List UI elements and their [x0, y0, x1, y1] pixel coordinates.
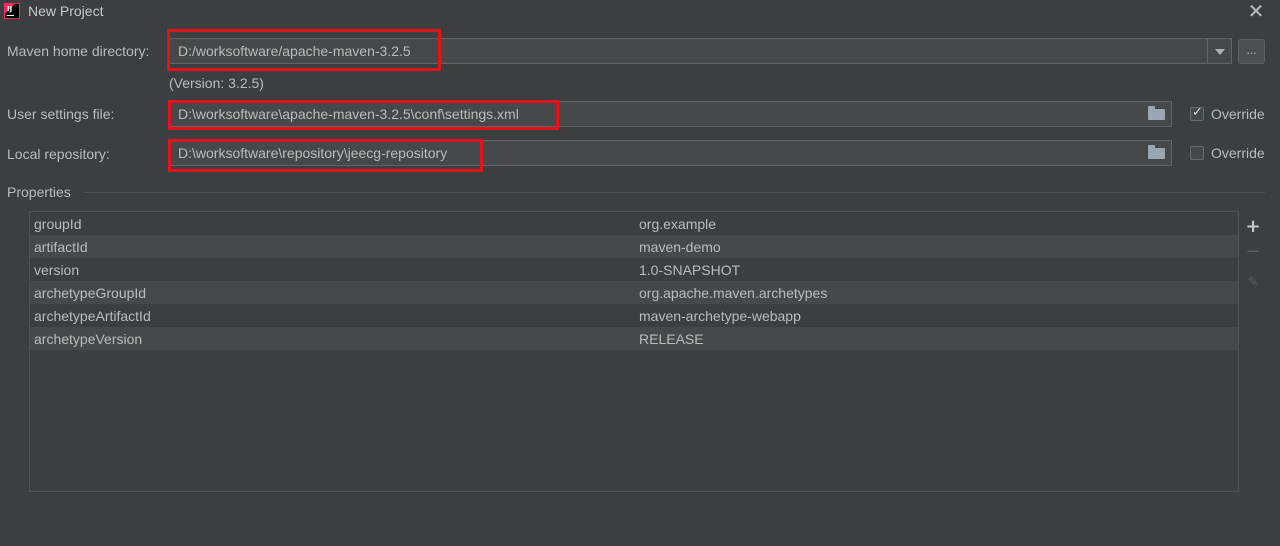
- user-settings-field[interactable]: D:\worksoftware\apache-maven-3.2.5\conf\…: [169, 101, 1172, 127]
- properties-toolbar: + − ✎: [1241, 211, 1265, 492]
- local-repo-label: Local repository:: [7, 146, 110, 162]
- table-row[interactable]: groupId org.example: [30, 212, 1238, 235]
- property-value: org.apache.maven.archetypes: [639, 285, 828, 301]
- user-settings-value: D:\worksoftware\apache-maven-3.2.5\conf\…: [178, 106, 519, 122]
- user-settings-override-checkbox[interactable]: ✓: [1190, 105, 1204, 121]
- user-settings-label: User settings file:: [7, 106, 115, 122]
- property-value: RELEASE: [639, 331, 704, 347]
- table-row[interactable]: artifactId maven-demo: [30, 235, 1238, 258]
- property-value: org.example: [639, 216, 717, 232]
- maven-home-value: D:/worksoftware/apache-maven-3.2.5: [178, 43, 411, 59]
- local-repo-field[interactable]: D:\worksoftware\repository\jeecg-reposit…: [169, 140, 1172, 166]
- property-value: maven-demo: [639, 239, 721, 255]
- local-repo-override-label: Override: [1211, 145, 1265, 161]
- checkmark-icon: ✓: [1192, 105, 1203, 120]
- maven-home-combobox[interactable]: D:/worksoftware/apache-maven-3.2.5: [169, 38, 1232, 64]
- property-key: archetypeArtifactId: [34, 308, 151, 324]
- table-row[interactable]: archetypeVersion RELEASE: [30, 327, 1238, 350]
- property-key: archetypeVersion: [34, 331, 143, 347]
- table-row[interactable]: archetypeArtifactId maven-archetype-weba…: [30, 304, 1238, 327]
- property-key: archetypeGroupId: [34, 285, 147, 301]
- property-value: 1.0-SNAPSHOT: [639, 262, 741, 278]
- properties-section-title: Properties: [7, 184, 71, 200]
- local-repo-value: D:\worksoftware\repository\jeecg-reposit…: [178, 145, 448, 161]
- table-row[interactable]: version 1.0-SNAPSHOT: [30, 258, 1238, 281]
- folder-icon[interactable]: [1148, 145, 1165, 159]
- section-divider: [84, 192, 1265, 193]
- maven-home-browse-button[interactable]: ...: [1238, 39, 1265, 64]
- maven-home-label: Maven home directory:: [7, 43, 150, 59]
- property-key: version: [34, 262, 80, 278]
- property-value: maven-archetype-webapp: [639, 308, 801, 324]
- chevron-down-icon[interactable]: [1207, 39, 1231, 63]
- minus-icon: −: [1245, 241, 1261, 262]
- app-icon-text: IJ: [7, 5, 13, 13]
- plus-icon[interactable]: +: [1245, 218, 1261, 236]
- close-icon[interactable]: ✕: [1246, 0, 1266, 22]
- pencil-icon: ✎: [1247, 275, 1259, 290]
- properties-table: groupId org.example artifactId maven-dem…: [29, 211, 1239, 492]
- maven-version-hint: (Version: 3.2.5): [169, 75, 264, 91]
- local-repo-override-checkbox[interactable]: [1190, 146, 1204, 160]
- title-bar: IJ New Project ✕: [0, 0, 1280, 24]
- property-key: groupId: [34, 216, 82, 232]
- window-title: New Project: [28, 3, 104, 19]
- intellij-app-icon: IJ: [4, 3, 20, 19]
- folder-icon[interactable]: [1148, 106, 1165, 120]
- property-key: artifactId: [34, 239, 88, 255]
- table-row[interactable]: archetypeGroupId org.apache.maven.archet…: [30, 281, 1238, 304]
- user-settings-override-label: Override: [1211, 106, 1265, 122]
